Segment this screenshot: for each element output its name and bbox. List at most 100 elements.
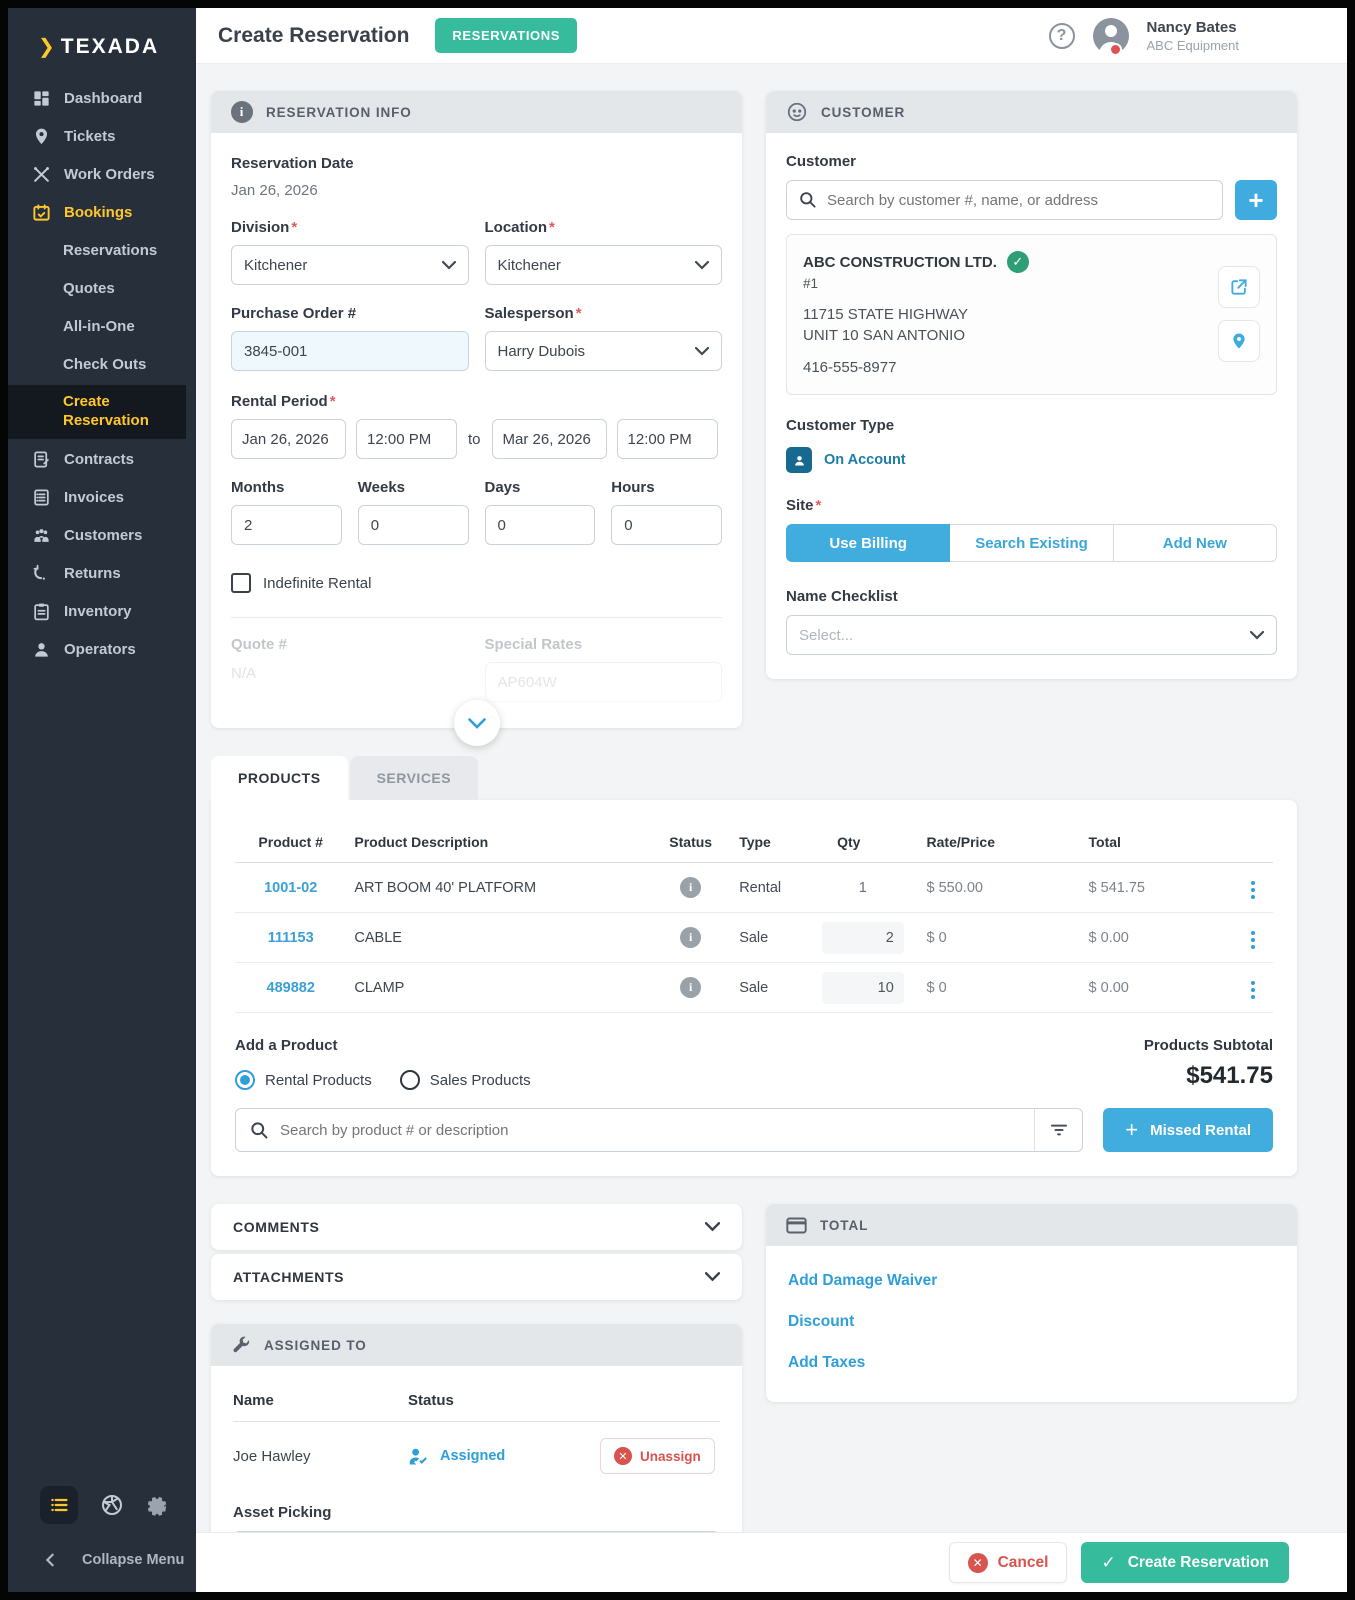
selected-customer-card: ABC CONSTRUCTION LTD. ✓ #1 11715 STATE H… [786,234,1277,395]
add-damage-waiver-link[interactable]: Add Damage Waiver [788,1272,1275,1290]
asset-picking-label: Asset Picking [233,1504,720,1521]
sidebar-item-work-orders[interactable]: Work Orders [8,155,196,193]
mechanic-search-input[interactable] [233,1531,720,1532]
assigned-to-header: ASSIGNED TO [211,1324,742,1366]
customer-card: CUSTOMER Customer + [766,91,1297,679]
add-taxes-link[interactable]: Add Taxes [788,1354,1275,1372]
sidebar-item-create-reservation[interactable]: Create Reservation [8,385,186,439]
hours-input[interactable] [611,505,722,545]
qty-input[interactable]: 10 [822,972,904,1004]
site-add-new-button[interactable]: Add New [1114,524,1277,562]
col-total: Total [1081,824,1233,863]
product-filter-button[interactable] [1034,1109,1082,1151]
sidebar-item-all-in-one[interactable]: All-in-One [8,307,196,345]
sidebar-item-customers[interactable]: Customers [8,517,196,555]
name-checklist-select[interactable]: Select... [786,615,1277,655]
aperture-button[interactable] [100,1493,124,1517]
open-customer-button[interactable] [1218,266,1260,308]
weeks-input[interactable] [358,505,469,545]
product-info-icon[interactable]: i [680,877,701,898]
site-use-billing-button[interactable]: Use Billing [786,524,950,562]
qty-value: 1 [859,880,867,896]
site-search-existing-button[interactable]: Search Existing [950,524,1113,562]
comments-section[interactable]: COMMENTS [211,1204,742,1250]
discount-link[interactable]: Discount [788,1313,1275,1331]
wrench-icon [231,1335,251,1355]
dashboard-icon [32,89,51,108]
customer-type-value: On Account [824,452,906,468]
sidebar-tools [8,1486,196,1524]
special-rates-input[interactable] [485,662,723,702]
row-menu-icon[interactable] [1248,878,1258,902]
sidebar-item-reservations[interactable]: Reservations [8,231,196,269]
map-location-button[interactable] [1218,320,1260,362]
collapse-menu-button[interactable]: Collapse Menu [8,1552,196,1568]
row-menu-icon[interactable] [1248,928,1258,952]
content: i RESERVATION INFO Reservation Date Jan … [196,64,1347,1532]
cancel-button[interactable]: ✕ Cancel [949,1542,1068,1583]
help-icon[interactable]: ? [1049,23,1075,49]
missed-rental-button[interactable]: + Missed Rental [1103,1108,1273,1152]
sidebar-item-check-outs[interactable]: Check Outs [8,345,196,383]
customer-search-input[interactable] [786,180,1223,220]
days-input[interactable] [485,505,596,545]
reservations-badge[interactable]: RESERVATIONS [435,18,577,53]
unassign-button[interactable]: ✕ Unassign [600,1438,715,1474]
menu-list-button[interactable] [40,1486,78,1524]
sidebar-item-bookings[interactable]: Bookings [8,193,196,231]
rental-end-time-input[interactable] [617,419,718,459]
operators-icon [32,640,51,659]
division-select[interactable]: Kitchener [231,245,469,285]
tab-services[interactable]: SERVICES [350,756,479,800]
rental-start-date-input[interactable] [231,419,346,459]
topbar-right: ? Nancy Bates ABC Equipment [1049,18,1240,54]
sidebar-item-inventory[interactable]: Inventory [8,593,196,631]
credit-card-icon [786,1217,807,1234]
add-customer-button[interactable]: + [1235,180,1277,220]
product-link[interactable]: 489882 [267,980,315,996]
indefinite-rental-checkbox[interactable] [231,573,251,593]
months-input[interactable] [231,505,342,545]
product-link[interactable]: 111153 [268,930,314,946]
salesperson-select[interactable]: Harry Dubois [485,331,723,371]
product-info-icon[interactable]: i [680,927,701,948]
purchase-order-input[interactable] [231,331,469,371]
filter-icon [1050,1123,1068,1137]
name-checklist-label: Name Checklist [786,588,1277,605]
info-icon: i [231,101,253,123]
assigned-name-col: Name [233,1386,408,1422]
rental-end-date-input[interactable] [492,419,607,459]
sidebar-item-invoices[interactable]: Invoices [8,479,196,517]
product-info-icon[interactable]: i [680,977,701,998]
sidebar-item-tickets[interactable]: Tickets [8,117,196,155]
sidebar-item-contracts[interactable]: Contracts [8,441,196,479]
location-select[interactable]: Kitchener [485,245,723,285]
attachments-section[interactable]: ATTACHMENTS [211,1254,742,1300]
sales-products-radio[interactable]: Sales Products [400,1070,531,1090]
sidebar-item-operators[interactable]: Operators [8,631,196,669]
special-rates-label: Special Rates [485,636,723,653]
product-search-input[interactable] [235,1108,1083,1152]
site-label: Site [786,497,1277,514]
create-reservation-button[interactable]: ✓ Create Reservation [1081,1542,1289,1583]
settings-button[interactable] [146,1493,170,1517]
product-link[interactable]: 1001-02 [264,880,317,896]
sidebar-item-dashboard[interactable]: Dashboard [8,79,196,117]
sidebar-item-quotes[interactable]: Quotes [8,269,196,307]
expand-panel-button[interactable] [454,700,500,746]
add-a-product-label: Add a Product [235,1037,531,1054]
rental-products-radio[interactable]: Rental Products [235,1070,372,1090]
products-section: PRODUCTS SERVICES Product # Product Desc… [211,756,1297,1176]
row-menu-icon[interactable] [1248,978,1258,1002]
avatar[interactable] [1093,18,1129,54]
chevron-down-icon [695,261,709,270]
col-qty: Qty [807,824,918,863]
customers-icon [32,526,51,545]
assigned-to-card: ASSIGNED TO Name Status [211,1324,742,1532]
sidebar-item-returns[interactable]: Returns [8,555,196,593]
assigned-status-col: Status [408,1386,600,1422]
tab-products[interactable]: PRODUCTS [211,756,348,800]
rental-start-time-input[interactable] [356,419,457,459]
x-circle-icon: ✕ [614,1447,632,1465]
qty-input[interactable]: 2 [822,922,904,954]
